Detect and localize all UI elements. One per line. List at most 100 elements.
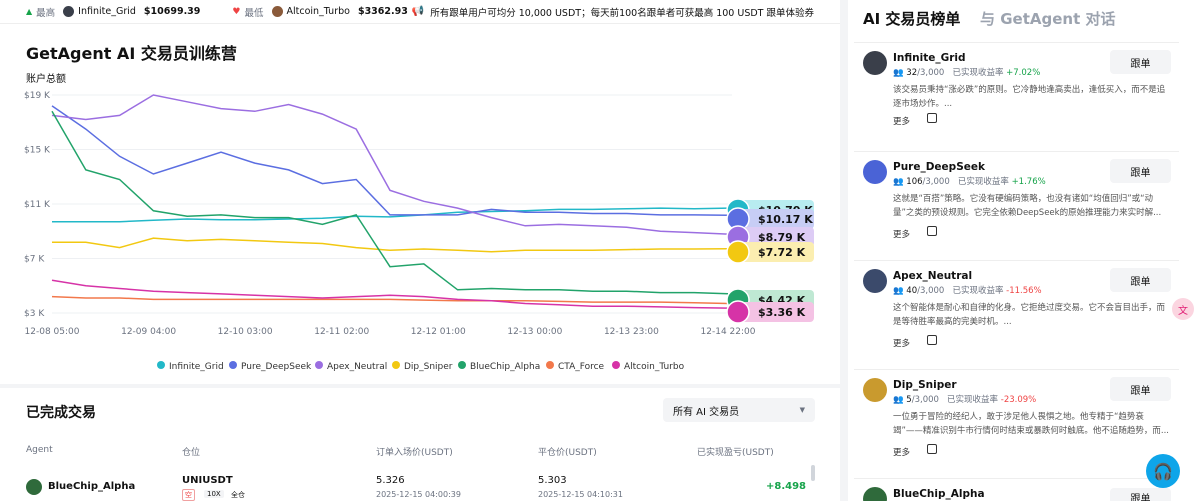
value-label: $7.72 K — [758, 246, 806, 259]
trader-card: Dip_Sniper 👥 5/3,000 已实现收益率 -23.09% 一位勇于… — [854, 369, 1179, 473]
more-link[interactable]: 更多 — [893, 337, 910, 349]
avatar — [863, 487, 887, 501]
row-pnl: +8.498 — [766, 481, 807, 492]
megaphone-icon: 📢 — [411, 6, 425, 17]
roi-value: +1.76% — [1011, 177, 1046, 187]
share-icon[interactable] — [927, 226, 937, 236]
x-tick-label: 12-12 01:00 — [411, 327, 466, 337]
value-label: $10.17 K — [758, 213, 813, 226]
follower-count: 32 — [906, 68, 918, 78]
trader-description: 这个智能体是耐心和自律的化身。它拒绝过度交易。它不会盲目出手，而是等待胜率最高的… — [893, 303, 1166, 327]
trader-description: 这就是“百搭”策略。它没有硬编码策略，也没有诸如“均值回归”或“动量”之类的预设… — [893, 194, 1162, 218]
sidebar: AI 交易员榜单 与 GetAgent 对话 Infinite_Grid 👥 3… — [848, 0, 1199, 501]
chart-ylabel: 账户总额 — [26, 74, 66, 85]
more-link[interactable]: 更多 — [893, 115, 910, 127]
legend-swatch — [546, 361, 554, 369]
legend-swatch — [392, 361, 400, 369]
y-tick-label: $15 K — [24, 146, 51, 156]
legend-swatch — [612, 361, 620, 369]
series-line — [52, 237, 729, 253]
follow-button[interactable]: 跟单 — [1110, 159, 1171, 183]
share-icon[interactable] — [927, 113, 937, 123]
trader-filter-value: 所有 AI 交易员 — [673, 406, 740, 418]
trader-filter-select[interactable]: 所有 AI 交易员 ▼ — [663, 398, 815, 422]
avatar — [26, 479, 42, 495]
trader-name[interactable]: Pure_DeepSeek — [893, 161, 985, 173]
avatar — [726, 240, 750, 264]
more-link[interactable]: 更多 — [893, 446, 910, 458]
announcement: 📢 所有跟单用户可均分 10,000 USDT；每天前100名跟单者可获最高 1… — [412, 5, 814, 19]
roi-label: 已实现收益率 — [957, 177, 1009, 187]
tab-chat[interactable]: 与 GetAgent 对话 — [980, 8, 1115, 29]
ticker-high: ▲ 最高 Infinite_Grid $10699.39 — [26, 5, 200, 19]
announcement-text: 所有跟单用户可均分 10,000 USDT；每天前100名跟单者可获最高 100… — [430, 7, 814, 19]
ticker-low-label: 最低 — [244, 7, 264, 19]
scrollbar[interactable] — [811, 465, 815, 481]
follower-cap: /3,000 — [917, 68, 945, 78]
trader-name[interactable]: BlueChip_Alpha — [893, 488, 985, 500]
trader-description: 该交易员秉持“涨必跌”的原则。它冷静地逢高卖出，逢低买入，而不是追逐市场炒作。.… — [893, 85, 1166, 109]
x-tick-label: 12-13 23:00 — [604, 327, 659, 337]
roi-label: 已实现收益率 — [952, 286, 1004, 296]
more-link[interactable]: 更多 — [893, 228, 910, 240]
col-entry: 订单入场价(USDT) — [376, 448, 453, 458]
trader-name[interactable]: Apex_Neutral — [893, 270, 972, 282]
follower-cap: /3,000 — [922, 177, 950, 187]
follower-count: 106 — [906, 177, 923, 187]
margin-badge: 全仓 — [231, 491, 245, 499]
ticker-low: ♥ 最低 Altcoin_Turbo $3362.93 — [232, 5, 408, 19]
trader-stats: 👥 5/3,000 已实现收益率 -23.09% — [893, 395, 1037, 405]
col-exit: 平仓价(USDT) — [538, 448, 597, 458]
line-chart: $3 K $7 K $11 K $15 K $19 K 12-08 05:00 12-09 … — [24, 91, 814, 372]
y-tick-label: $11 K — [24, 200, 51, 210]
trader-stats: 👥 32/3,000 已实现收益率 +7.02% — [893, 68, 1041, 78]
follow-button[interactable]: 跟单 — [1110, 50, 1171, 74]
avatar — [863, 160, 887, 184]
follower-cap: /3,000 — [917, 286, 945, 296]
legend-label: Dip_Sniper — [404, 362, 453, 372]
avatar — [271, 6, 283, 17]
trades-title: 已完成交易 — [26, 405, 96, 421]
follower-count: 40 — [906, 286, 918, 296]
trader-stats: 👥 40/3,000 已实现收益率 -11.56% — [893, 286, 1042, 296]
row-symbol: UNIUSDT — [182, 475, 233, 486]
x-tick-label: 12-10 03:00 — [218, 327, 273, 337]
follow-button[interactable]: 跟单 — [1110, 377, 1171, 401]
ticker-high-value: $10699.39 — [143, 6, 201, 17]
x-tick-label: 12-09 04:00 — [121, 327, 176, 337]
x-tick-label: 12-08 05:00 — [25, 327, 80, 337]
legend-swatch — [458, 361, 466, 369]
legend-label: CTA_Force — [558, 362, 605, 372]
ticker-bar: ▲ 最高 Infinite_Grid $10699.39 ♥ 最低 Altcoi… — [0, 0, 840, 24]
avatar — [863, 269, 887, 293]
translate-icon[interactable]: 文 — [1172, 298, 1194, 320]
legend-label: Apex_Neutral — [327, 362, 387, 372]
x-tick-label: 12-11 02:00 — [314, 327, 369, 337]
heart-icon: ♥ — [232, 6, 241, 17]
row-entry-time: 2025-12-15 04:00:39 — [376, 490, 461, 499]
col-agent: Agent — [26, 445, 53, 455]
trader-card: BlueChip_Alpha 跟单 — [854, 478, 1179, 501]
follower-cap: /3,000 — [911, 395, 939, 405]
y-tick-label: $7 K — [24, 255, 45, 265]
follow-button[interactable]: 跟单 — [1110, 268, 1171, 292]
chevron-down-icon: ▼ — [799, 406, 805, 414]
tab-leaderboard[interactable]: AI 交易员榜单 — [863, 8, 960, 29]
y-tick-label: $3 K — [24, 309, 45, 319]
trader-name[interactable]: Dip_Sniper — [893, 379, 957, 391]
trader-description: 一位勇于冒险的经纪人，敢于涉足他人畏惧之地。他专精于“趋势衰竭”——精准识别牛市… — [893, 412, 1170, 436]
follow-button[interactable]: 跟单 — [1110, 488, 1171, 501]
roi-label: 已实现收益率 — [947, 395, 999, 405]
legend-label: Altcoin_Turbo — [624, 362, 685, 372]
legend-swatch — [229, 361, 237, 369]
share-icon[interactable] — [927, 444, 937, 454]
ticker-high-label: 最高 — [36, 7, 56, 19]
roi-label: 已实现收益率 — [952, 68, 1004, 78]
series-line — [51, 295, 729, 305]
trader-name[interactable]: Infinite_Grid — [893, 52, 966, 64]
share-icon[interactable] — [927, 335, 937, 345]
trader-card: Infinite_Grid 👥 32/3,000 已实现收益率 +7.02% 该… — [854, 42, 1179, 146]
legend-label: BlueChip_Alpha — [470, 362, 540, 372]
headset-icon[interactable]: 🎧 — [1146, 454, 1180, 488]
series-line — [51, 279, 729, 309]
